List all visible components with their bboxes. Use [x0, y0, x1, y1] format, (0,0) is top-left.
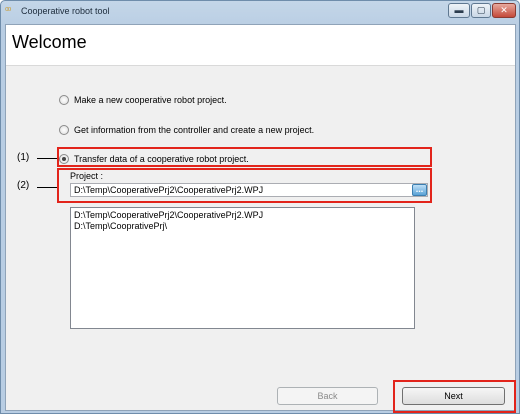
title-bar[interactable]: ⁰⁰ Cooperative robot tool ▬ ▢ ✕ [1, 1, 519, 23]
callout-label-2: (2) [17, 180, 30, 191]
callout-box-1 [57, 147, 432, 167]
app-window: ⁰⁰ Cooperative robot tool ▬ ▢ ✕ Welcome … [0, 0, 520, 414]
callout-line-1 [37, 158, 57, 159]
option-label[interactable]: Make a new cooperative robot project. [74, 94, 227, 106]
callout-box-2 [57, 168, 432, 203]
list-item[interactable]: D:\Temp\CooprativePrj\ [74, 221, 411, 232]
recent-projects-list[interactable]: D:\Temp\CooperativePrj2\CooperativePrj2.… [70, 207, 415, 329]
page-title: Welcome [12, 32, 87, 52]
window-title: Cooperative robot tool [21, 6, 110, 16]
back-button[interactable]: Back [277, 387, 378, 405]
option-label[interactable]: Get information from the controller and … [74, 124, 314, 136]
maximize-button[interactable]: ▢ [471, 3, 491, 18]
callout-label-1: (1) [17, 152, 30, 163]
list-item[interactable]: D:\Temp\CooperativePrj2\CooperativePrj2.… [74, 210, 411, 221]
callout-line-2 [37, 187, 57, 188]
wizard-header: Welcome [6, 25, 515, 65]
radio-from-controller[interactable] [59, 125, 69, 135]
radio-new-project[interactable] [59, 95, 69, 105]
close-button[interactable]: ✕ [492, 3, 516, 18]
minimize-button[interactable]: ▬ [448, 3, 470, 18]
app-icon: ⁰⁰ [5, 6, 11, 16]
callout-box-next [393, 380, 516, 413]
